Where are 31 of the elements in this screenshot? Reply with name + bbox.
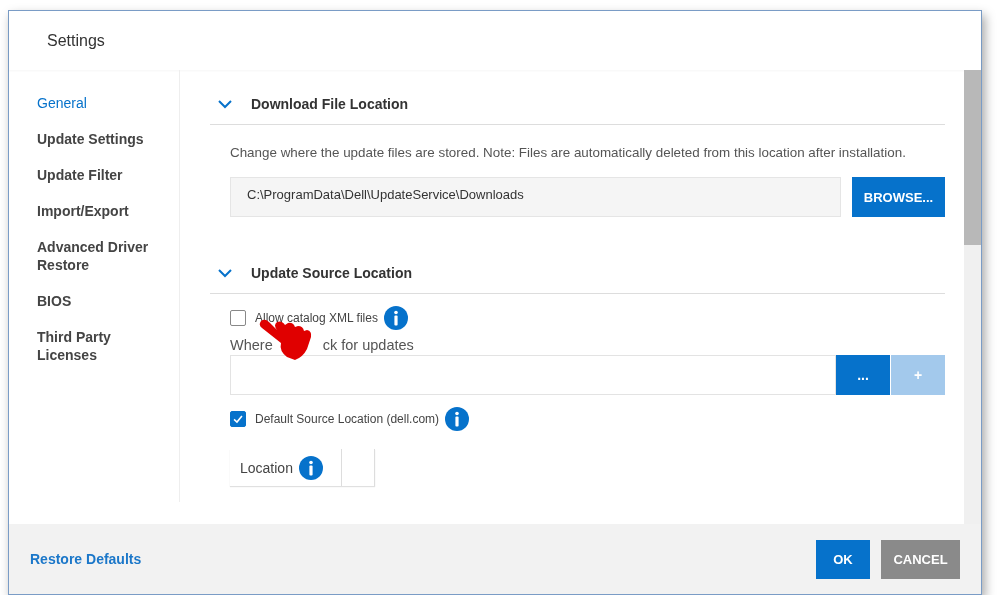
browse-button[interactable]: BROWSE... [852, 177, 945, 217]
field-label: ck for updates [322, 337, 414, 353]
checkbox[interactable] [230, 310, 246, 326]
browse-button[interactable]: ... [836, 355, 890, 395]
section-title: Download File Location [251, 96, 409, 112]
sidebar-item[interactable]: Update Settings [37, 130, 157, 148]
scrollbar-thumb[interactable] [964, 70, 981, 245]
info-icon[interactable] [445, 407, 470, 431]
chevron-down-icon[interactable] [217, 266, 233, 280]
sidebar-item[interactable]: Advanced Driver Restore [37, 238, 157, 274]
checkbox-label: Allow catalog XML files [255, 311, 378, 325]
field-label: Where [230, 337, 273, 353]
sidebar-item[interactable]: BIOS [37, 292, 157, 310]
checkbox[interactable] [230, 411, 246, 427]
chevron-down-icon[interactable] [217, 97, 233, 111]
description-text: Change where the update files are stored. Note: Files are automatically deleted from this location after installation. [230, 145, 907, 160]
sidebar-item[interactable]: Import/Export [37, 202, 157, 220]
checkbox-label: Default Source Location (dell.com) [255, 412, 440, 426]
window-title: Settings [47, 31, 105, 50]
url-field[interactable] [230, 355, 836, 395]
info-icon[interactable] [298, 455, 323, 480]
sidebar-item[interactable]: General [37, 94, 157, 112]
info-icon[interactable] [383, 306, 408, 330]
column-title: Location [240, 459, 293, 476]
path-field[interactable]: C:\ProgramData\Dell\UpdateService\Downloads [230, 177, 841, 217]
restore-defaults-link[interactable]: Restore Defaults [30, 551, 142, 567]
scrollbar[interactable] [964, 70, 981, 524]
sidebar-item[interactable]: Update Filter [37, 166, 157, 184]
ok-button[interactable]: OK [816, 539, 870, 579]
section-title: Update Source Location [251, 265, 413, 281]
sidebar-item[interactable]: Third Party Licenses [37, 328, 157, 364]
